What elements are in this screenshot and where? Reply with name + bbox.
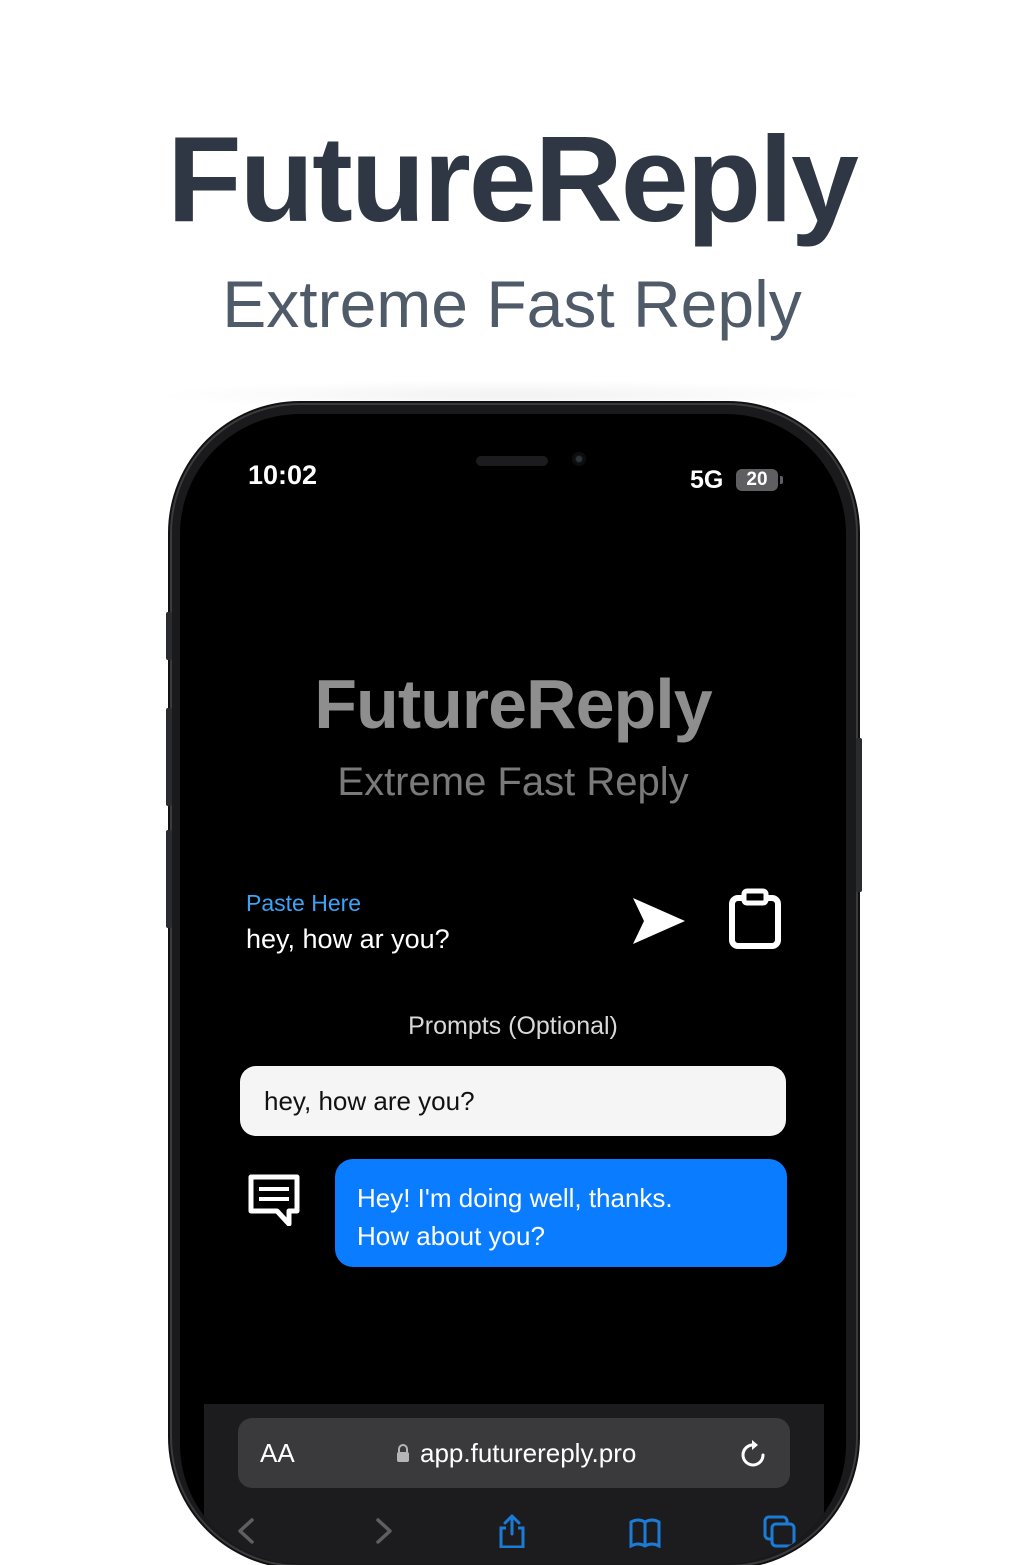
power-button [856, 738, 862, 892]
battery-icon: 20 [736, 469, 778, 491]
network-indicator: 5G [690, 466, 724, 494]
prompts-label: Prompts (Optional) [408, 1012, 618, 1040]
address-bar[interactable]: AA app.futurereply.pro [238, 1418, 790, 1488]
phone-screen: 10:02 5G 20 FutureReply Extreme Fast Rep… [180, 414, 846, 1564]
reply-bubble[interactable]: Hey! I'm doing well, thanks. How about y… [335, 1159, 787, 1267]
clipboard-icon [729, 888, 781, 949]
speaker-grille [476, 456, 548, 466]
clipboard-button[interactable] [728, 888, 782, 950]
paste-label: Paste Here [246, 890, 362, 916]
hero-title: FutureReply [167, 111, 859, 247]
reply-line-1: Hey! I'm doing well, thanks. [357, 1183, 673, 1213]
paste-field[interactable]: hey, how ar you? [246, 924, 450, 955]
action-button [166, 612, 172, 660]
chat-button[interactable] [248, 1174, 300, 1227]
app-subtitle: Extreme Fast Reply [337, 760, 689, 804]
chat-icon [248, 1174, 300, 1227]
reload-icon[interactable] [740, 1438, 768, 1468]
reply-line-2: How about you? [357, 1221, 545, 1251]
send-icon [633, 898, 685, 944]
front-camera [572, 452, 586, 466]
text-size-button[interactable]: AA [260, 1438, 295, 1469]
app-title: FutureReply [314, 665, 712, 743]
share-icon[interactable] [495, 1514, 529, 1548]
prompt-input[interactable]: hey, how are you? [240, 1066, 786, 1136]
battery-tip [780, 476, 783, 484]
volume-up-button [166, 708, 172, 806]
send-button[interactable] [630, 892, 688, 950]
back-icon[interactable] [230, 1514, 264, 1548]
url-text[interactable]: app.futurereply.pro [420, 1438, 636, 1469]
status-time: 10:02 [248, 460, 318, 490]
hero-subtitle: Extreme Fast Reply [222, 267, 802, 341]
lock-icon [397, 1444, 409, 1462]
forward-icon[interactable] [366, 1514, 400, 1548]
volume-down-button [166, 830, 172, 928]
bookmarks-icon[interactable] [628, 1514, 662, 1548]
tabs-icon[interactable] [762, 1514, 796, 1548]
